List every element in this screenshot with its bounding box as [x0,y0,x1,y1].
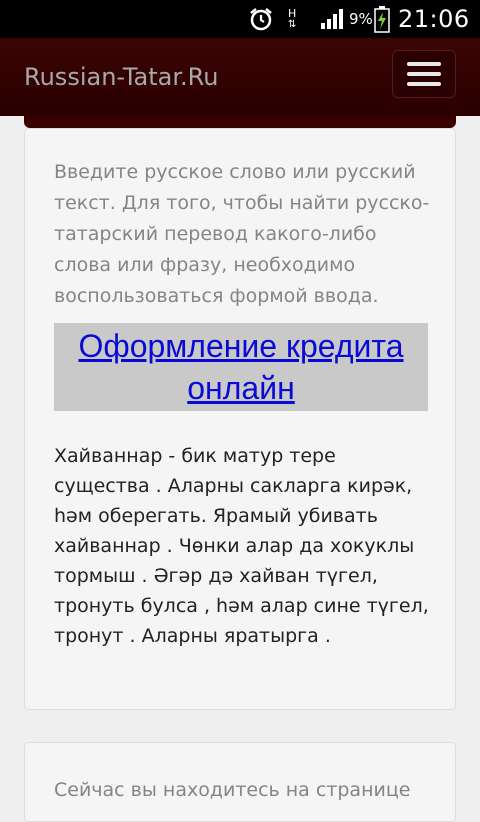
info-text: Сейчас вы находитесь на странице [54,779,411,801]
site-brand[interactable]: Russian-Tatar.Ru [24,38,218,116]
clock-time: 21:06 [398,5,470,33]
article-text: Хайваннар - бик матур тере существа . Ал… [54,445,429,647]
battery-percent: 9% [349,10,373,28]
intro-text: Введите русское слово или русский текст.… [54,161,430,307]
hamburger-icon-bar [407,62,441,66]
hamburger-icon-bar [407,82,441,86]
status-bar: H ⇅ 9% 21:06 [0,0,480,38]
ad-link[interactable]: Оформление кредита онлайн [54,323,428,409]
network-h-icon: H ⇅ [288,7,297,30]
navbar: Russian-Tatar.Ru [0,38,480,116]
info-panel: Сейчас вы находитесь на странице [24,742,456,822]
content-panel: Введите русское слово или русский текст.… [24,128,456,710]
battery-charging-icon [373,0,391,38]
ad-banner[interactable]: Оформление кредита онлайн [54,323,428,411]
network-type-label: H [288,7,297,20]
alarm-clock-icon [248,0,274,38]
navbar-tab-lip [24,116,456,128]
menu-toggle-button[interactable] [392,50,456,98]
signal-icon [320,0,346,38]
hamburger-icon-bar [407,72,441,76]
